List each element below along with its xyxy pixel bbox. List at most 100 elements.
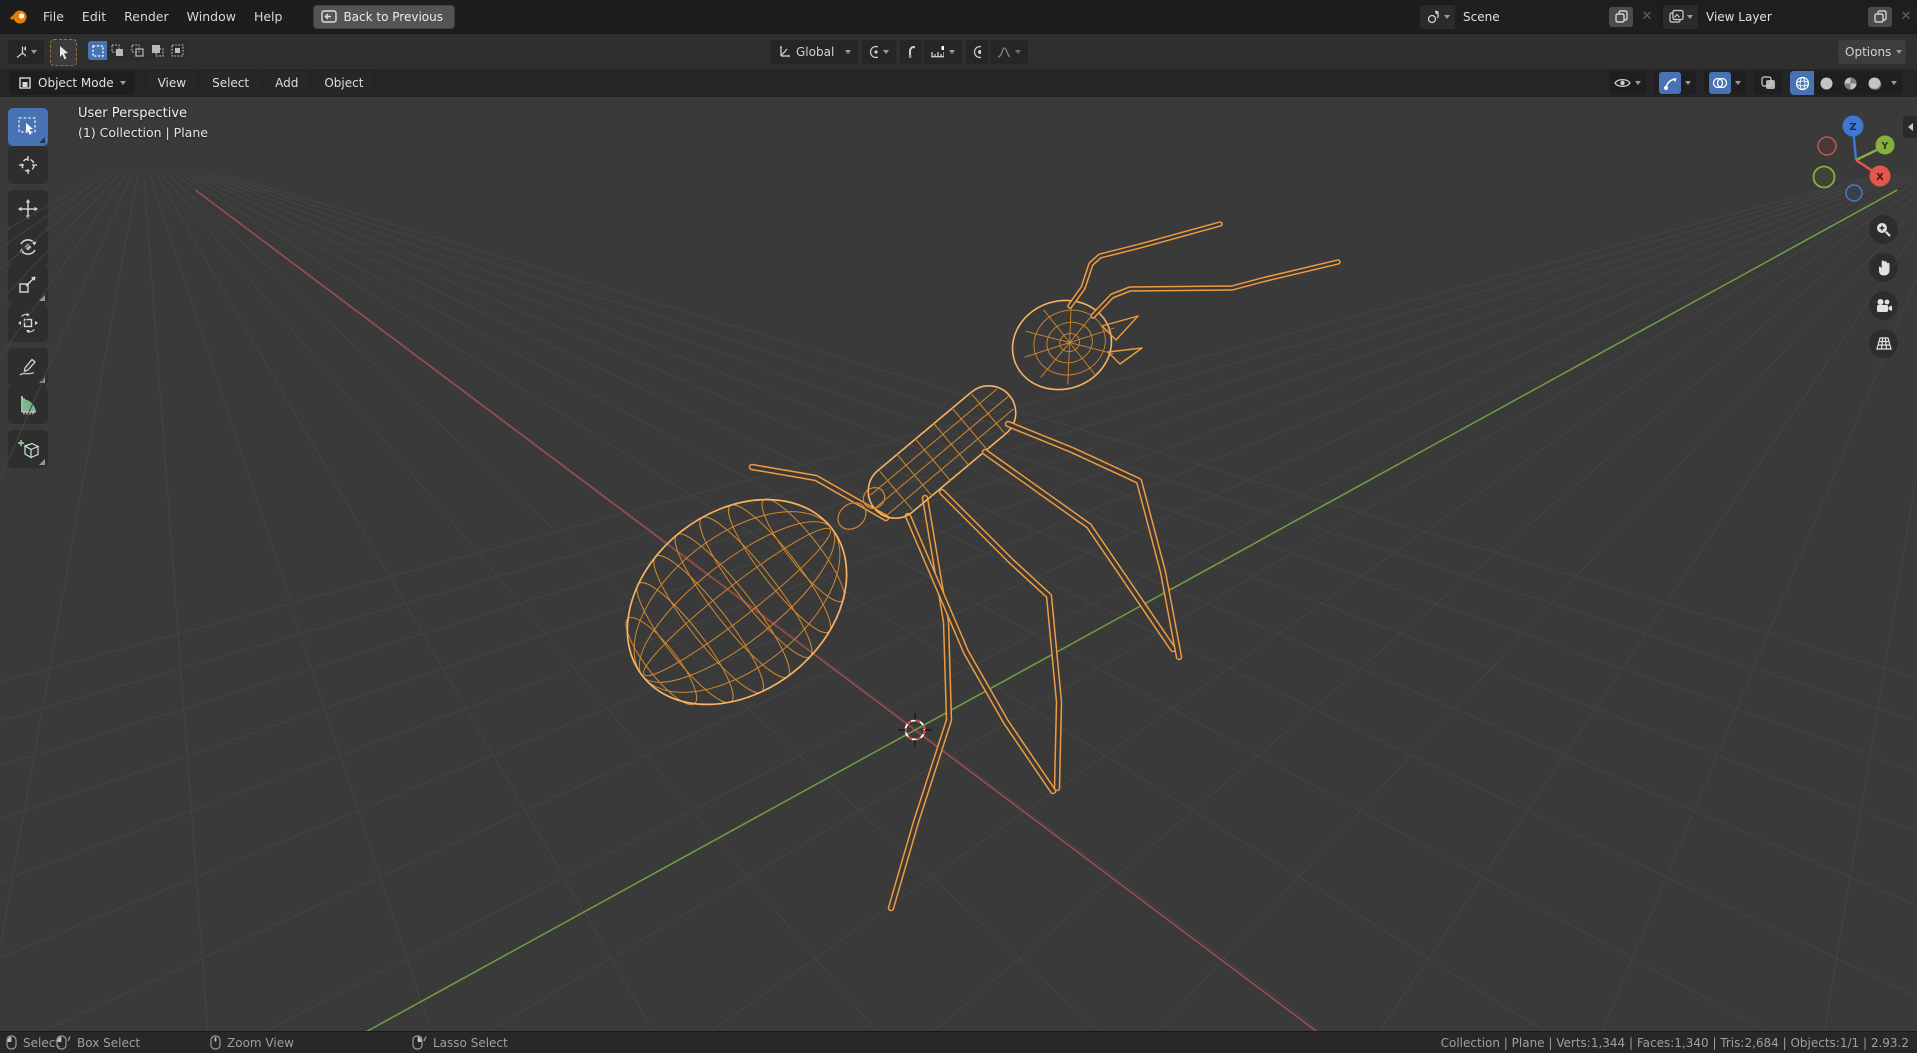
chevron-down-icon: [1687, 14, 1693, 19]
back-to-previous-button[interactable]: Back to Previous: [313, 4, 455, 29]
hint-label: Box Select: [77, 1035, 141, 1050]
toggle-ortho-button[interactable]: [1869, 329, 1898, 358]
options-label: Options: [1845, 45, 1892, 59]
chevron-down-icon: [1444, 14, 1450, 19]
chevron-down-icon: [1896, 50, 1903, 54]
snap-toggle-button[interactable]: [900, 40, 922, 64]
view-layer-name-field[interactable]: View Layer: [1698, 10, 1868, 24]
pivot-point-dropdown[interactable]: [862, 40, 896, 64]
menu-help[interactable]: Help: [245, 0, 292, 33]
proportional-circle-icon: [973, 45, 981, 59]
object-mode-icon: [19, 77, 31, 89]
pan-view-button[interactable]: [1869, 253, 1898, 282]
mode-dropdown[interactable]: Object Mode: [10, 71, 134, 95]
overlays-toggle-button[interactable]: [1709, 72, 1731, 94]
hint-label: Zoom View: [227, 1035, 294, 1050]
rmb-drag-icon: [412, 1035, 427, 1050]
gizmo-neg-x-handle[interactable]: [1817, 136, 1837, 156]
snap-increment-icon: [931, 46, 944, 58]
shading-mode-group: [1790, 71, 1902, 95]
active-tool-dropdown[interactable]: [8, 40, 44, 64]
options-dropdown[interactable]: Options: [1838, 40, 1906, 64]
active-tool-button-select-box[interactable]: [50, 39, 77, 66]
gizmo-toggle-button[interactable]: [1659, 72, 1681, 94]
menu-edit[interactable]: Edit: [73, 0, 115, 33]
xray-toggle-button[interactable]: [1754, 71, 1782, 95]
zoom-view-button[interactable]: [1869, 215, 1898, 244]
chevron-down-icon: [1891, 81, 1897, 85]
viewport-3d[interactable]: [0, 69, 1917, 1031]
scene-selector[interactable]: Scene ✕: [1420, 4, 1658, 29]
falloff-curve-icon: [997, 46, 1010, 58]
scene-unlink-button[interactable]: ✕: [1636, 5, 1658, 29]
hand-icon: [1878, 260, 1889, 276]
chevron-down-icon: [949, 50, 955, 54]
copy-pages-icon: [1873, 10, 1887, 23]
material-sphere-icon: [1844, 77, 1856, 89]
shading-solid-button[interactable]: [1814, 71, 1838, 95]
magnifier-plus-icon: [1877, 223, 1891, 237]
view-layer-new-button[interactable]: [1868, 6, 1892, 27]
menu-file[interactable]: File: [34, 0, 73, 33]
menu-add[interactable]: Add: [265, 71, 309, 95]
menu-object[interactable]: Object: [314, 71, 374, 95]
navigation-gizmo[interactable]: Z Y X: [1795, 95, 1917, 210]
view-layer-selector[interactable]: View Layer ✕: [1663, 4, 1917, 29]
select-mode-extend-button[interactable]: [108, 41, 127, 60]
wireframe-sphere-icon: [1795, 76, 1809, 90]
select-mode-intersect-button[interactable]: [168, 41, 187, 60]
orientation-axes-icon: [779, 45, 791, 58]
eye-icon: [1614, 78, 1631, 88]
copy-pages-icon: [1614, 10, 1628, 23]
transform-orientation-dropdown[interactable]: Global: [770, 40, 858, 64]
chevron-down-icon: [845, 50, 851, 54]
hint-lasso-select: Lasso Select: [412, 1032, 508, 1053]
menu-view[interactable]: View: [147, 71, 197, 95]
chevron-down-icon: [883, 50, 889, 54]
gizmos-dropdown[interactable]: [1654, 71, 1696, 95]
shading-wireframe-button[interactable]: [1790, 71, 1814, 95]
hint-label: Lasso Select: [433, 1035, 508, 1050]
grid-icon: [1875, 337, 1892, 350]
menu-select[interactable]: Select: [202, 71, 260, 95]
scene-new-button[interactable]: [1609, 6, 1633, 27]
shading-material-button[interactable]: [1838, 71, 1862, 95]
hint-label: Select: [23, 1035, 61, 1050]
view-name-label: User Perspective: [78, 106, 188, 121]
camera-view-button[interactable]: [1869, 291, 1898, 320]
select-mode-subtract-button[interactable]: [128, 41, 147, 60]
view-layer-icon: [1669, 9, 1684, 23]
orientation-label: Global: [796, 45, 835, 59]
view-layer-remove-button[interactable]: ✕: [1895, 5, 1917, 29]
overlays-dropdown[interactable]: [1704, 71, 1746, 95]
scene-icon: [1427, 10, 1439, 24]
shading-rendered-button[interactable]: [1862, 71, 1886, 95]
snap-with-dropdown[interactable]: [924, 40, 962, 64]
view-layer-browse-button[interactable]: [1663, 4, 1698, 29]
tool-settings-bar: Global Options: [0, 33, 1917, 69]
scene-browse-button[interactable]: [1420, 4, 1455, 29]
select-mode-set-button[interactable]: [88, 41, 107, 60]
perspective-grid: [0, 174, 1917, 1031]
magnet-icon: [908, 46, 915, 58]
chevron-down-icon: [1685, 81, 1691, 85]
scene-statistics: Collection | Plane | Verts:1,344 | Faces…: [1440, 1035, 1909, 1050]
gizmo-neg-y-handle[interactable]: [1812, 165, 1836, 189]
visibility-dropdown[interactable]: [1609, 71, 1646, 95]
proportional-editing-button[interactable]: [966, 40, 988, 64]
mode-label: Object Mode: [38, 76, 114, 90]
lmb-icon: [6, 1035, 17, 1050]
select-mode-invert-button[interactable]: [148, 41, 167, 60]
blender-logo-icon[interactable]: [9, 7, 29, 27]
sidebar-toggle[interactable]: [1903, 116, 1917, 138]
menu-render[interactable]: Render: [115, 0, 178, 33]
active-tool-icon: [16, 45, 26, 58]
shading-dropdown[interactable]: [1886, 71, 1902, 95]
proportional-falloff-dropdown[interactable]: [990, 40, 1028, 64]
back-to-previous-label: Back to Previous: [343, 9, 443, 24]
hint-box-select: Box Select: [56, 1032, 140, 1053]
scene-name-field[interactable]: Scene: [1455, 10, 1609, 24]
menu-window[interactable]: Window: [178, 0, 245, 33]
screen-back-icon: [321, 10, 338, 23]
gizmo-neg-z-handle[interactable]: [1845, 184, 1863, 202]
